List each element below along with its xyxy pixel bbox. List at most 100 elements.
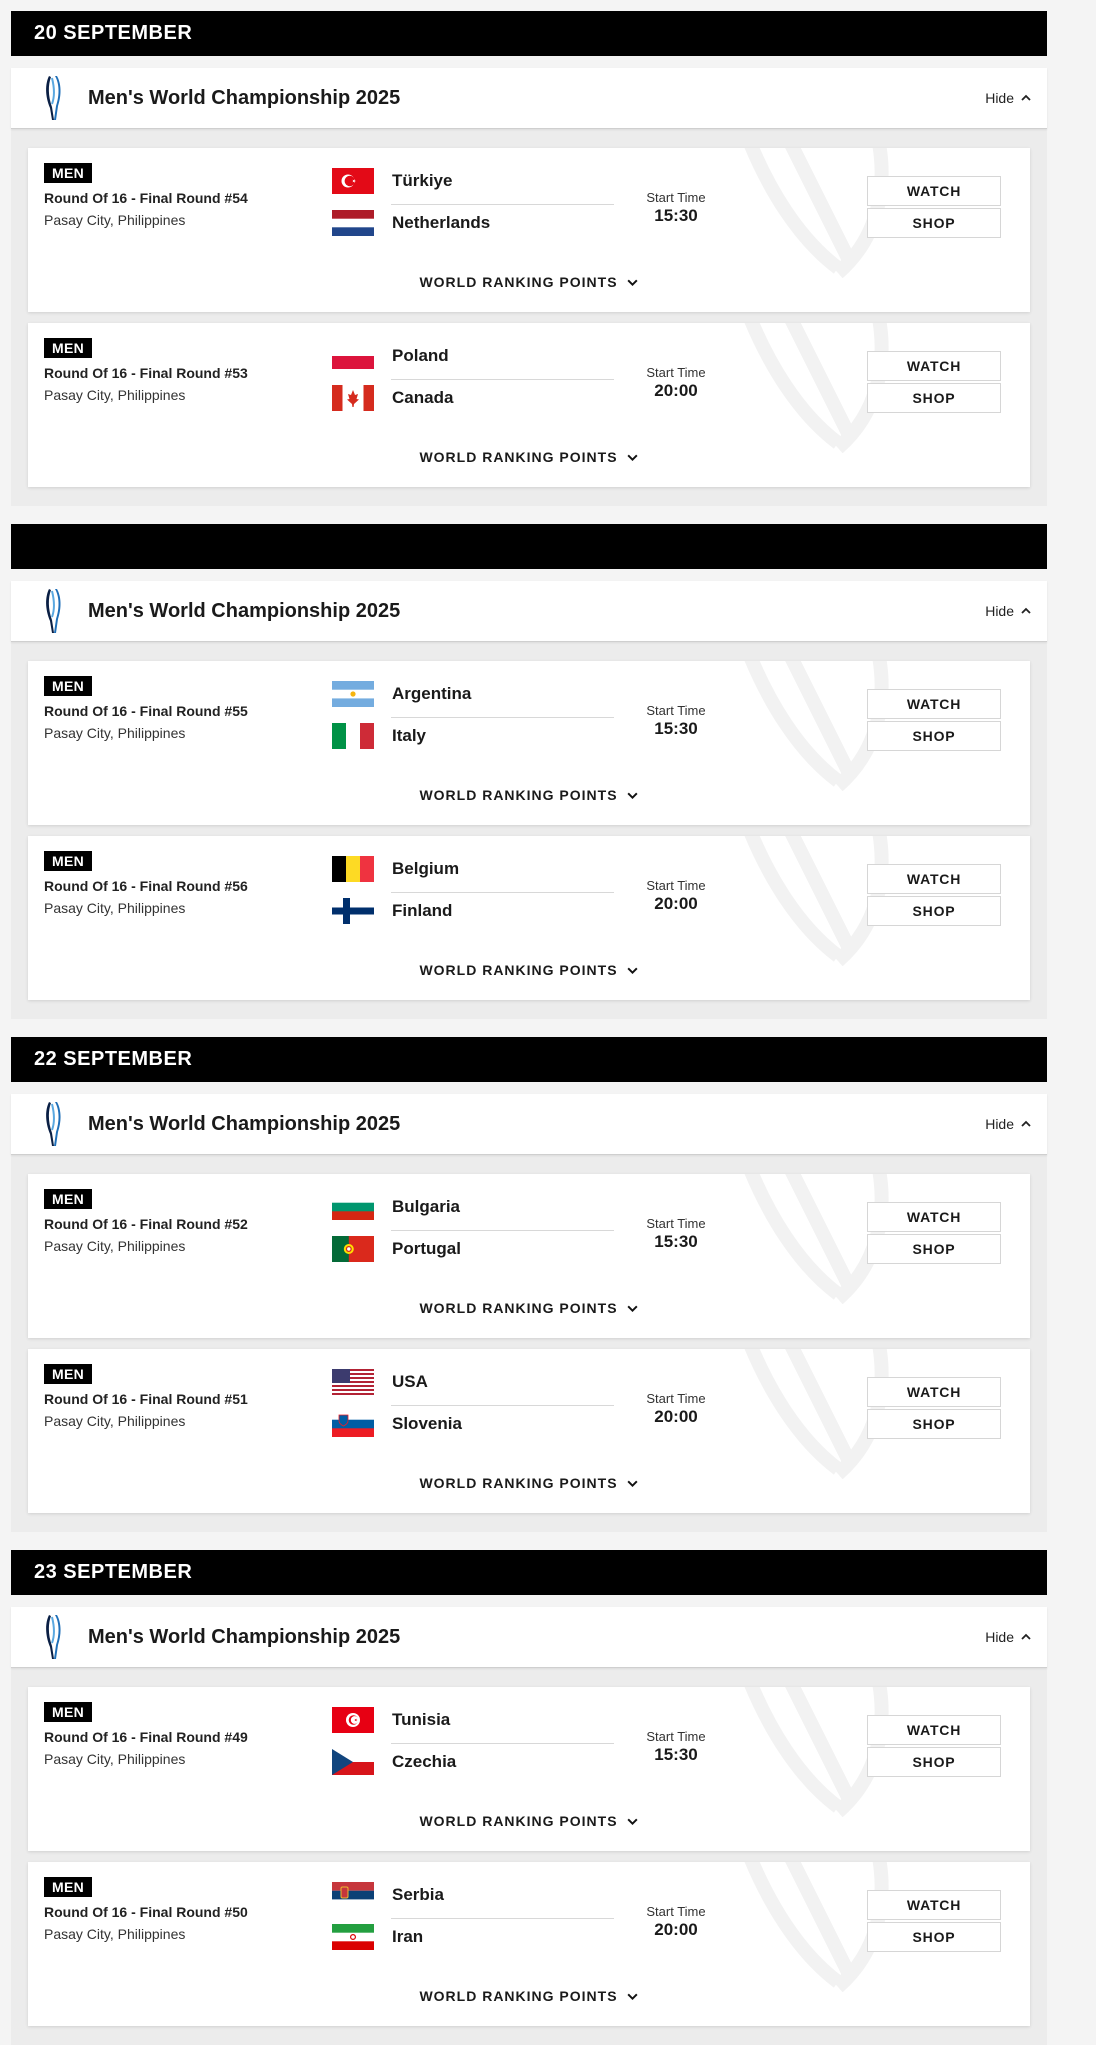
watch-button[interactable]: WATCH (867, 1377, 1001, 1407)
home-team[interactable]: Türkiye (332, 168, 452, 194)
volleyball-federation-logo-icon (46, 1102, 61, 1146)
hide-toggle-button[interactable]: Hide (985, 581, 1032, 641)
home-team[interactable]: Argentina (332, 681, 471, 707)
watch-button[interactable]: WATCH (867, 1202, 1001, 1232)
home-team-name: Türkiye (392, 171, 453, 190)
home-team-name: Poland (392, 346, 449, 365)
world-ranking-points-toggle[interactable]: WORLD RANKING POINTS (28, 274, 1030, 290)
away-team[interactable]: Portugal (332, 1236, 461, 1262)
away-team-name: Czechia (392, 1752, 457, 1771)
world-ranking-points-toggle[interactable]: WORLD RANKING POINTS (28, 1300, 1030, 1316)
world-ranking-points-toggle[interactable]: WORLD RANKING POINTS (28, 449, 1030, 465)
schedule-app: 20 SEPTEMBER Men's World Championship 20… (11, 0, 1047, 2045)
hide-toggle-button[interactable]: Hide (985, 1607, 1032, 1667)
team-divider (391, 892, 614, 893)
away-team[interactable]: Finland (332, 898, 452, 924)
watch-button[interactable]: WATCH (867, 176, 1001, 206)
home-team-name: Belgium (392, 859, 460, 878)
match-card: MEN Round Of 16 - Final Round #55 Pasay … (28, 661, 1030, 825)
hide-label: Hide (985, 1116, 1014, 1132)
away-team-name: Finland (392, 901, 453, 920)
shop-button[interactable]: SHOP (867, 1922, 1001, 1952)
venue-label: Pasay City, Philippines (44, 212, 186, 228)
start-time-label: Start Time (646, 190, 706, 205)
slovenia-flag-icon (332, 1411, 374, 1437)
match-card: MEN Round Of 16 - Final Round #52 Pasay … (28, 1174, 1030, 1338)
hide-toggle-button[interactable]: Hide (985, 1094, 1032, 1154)
world-ranking-points-toggle[interactable]: WORLD RANKING POINTS (28, 962, 1030, 978)
match-card: MEN Round Of 16 - Final Round #49 Pasay … (28, 1687, 1030, 1851)
home-team[interactable]: Tunisia (332, 1707, 450, 1733)
home-team[interactable]: USA (332, 1369, 428, 1395)
chevron-up-icon (1021, 1633, 1031, 1640)
chevron-down-icon (627, 1993, 638, 2000)
home-team[interactable]: Belgium (332, 856, 459, 882)
home-team[interactable]: Poland (332, 343, 449, 369)
start-time-label: Start Time (646, 1216, 706, 1231)
match-card: MEN Round Of 16 - Final Round #54 Pasay … (28, 148, 1030, 312)
shop-button[interactable]: SHOP (867, 1234, 1001, 1264)
finland-flag-icon (332, 898, 374, 924)
away-team[interactable]: Slovenia (332, 1411, 462, 1437)
team-divider (391, 1743, 614, 1744)
shop-button[interactable]: SHOP (867, 896, 1001, 926)
canada-flag-icon (332, 385, 374, 411)
away-team[interactable]: Italy (332, 723, 426, 749)
watch-button[interactable]: WATCH (867, 1890, 1001, 1920)
venue-label: Pasay City, Philippines (44, 387, 186, 403)
competition-title: Men's World Championship 2025 (88, 1112, 401, 1135)
hide-toggle-button[interactable]: Hide (985, 68, 1032, 128)
date-label: 23 SEPTEMBER (34, 1561, 193, 1583)
home-team-name: Serbia (392, 1885, 444, 1904)
chevron-up-icon (1021, 607, 1031, 614)
chevron-up-icon (1021, 1120, 1031, 1127)
start-time-label: Start Time (646, 878, 706, 893)
round-label: Round Of 16 - Final Round #51 (44, 1391, 248, 1407)
world-ranking-points-label: WORLD RANKING POINTS (419, 1475, 618, 1491)
world-ranking-points-label: WORLD RANKING POINTS (419, 274, 618, 290)
date-label: 20 SEPTEMBER (34, 22, 193, 44)
away-team[interactable]: Czechia (332, 1749, 456, 1775)
start-time-value: 15:30 (654, 719, 698, 738)
competition-title: Men's World Championship 2025 (88, 1625, 401, 1648)
watch-button[interactable]: WATCH (867, 1715, 1001, 1745)
start-time-label: Start Time (646, 365, 706, 380)
away-team[interactable]: Netherlands (332, 210, 490, 236)
round-label: Round Of 16 - Final Round #54 (44, 190, 248, 206)
shop-button[interactable]: SHOP (867, 383, 1001, 413)
match-list: MEN Round Of 16 - Final Round #55 Pasay … (11, 641, 1047, 1019)
shop-button[interactable]: SHOP (867, 208, 1001, 238)
away-team[interactable]: Canada (332, 385, 453, 411)
start-time-value: 20:00 (654, 1407, 698, 1426)
round-label: Round Of 16 - Final Round #53 (44, 365, 248, 381)
home-team[interactable]: Bulgaria (332, 1194, 460, 1220)
date-header: 20 SEPTEMBER (11, 11, 1047, 56)
shop-button[interactable]: SHOP (867, 1747, 1001, 1777)
gender-badge: MEN (44, 851, 93, 871)
home-team[interactable]: Serbia (332, 1882, 444, 1908)
watch-button[interactable]: WATCH (867, 689, 1001, 719)
world-ranking-points-toggle[interactable]: WORLD RANKING POINTS (28, 1988, 1030, 2004)
watch-button[interactable]: WATCH (867, 864, 1001, 894)
match-list: MEN Round Of 16 - Final Round #52 Pasay … (11, 1154, 1047, 1532)
shop-button[interactable]: SHOP (867, 1409, 1001, 1439)
world-ranking-points-toggle[interactable]: WORLD RANKING POINTS (28, 1475, 1030, 1491)
away-team-name: Netherlands (392, 213, 491, 232)
chevron-down-icon (627, 1818, 638, 1825)
away-team-name: Iran (392, 1927, 424, 1946)
round-label: Round Of 16 - Final Round #49 (44, 1729, 248, 1745)
gender-badge: MEN (44, 163, 93, 183)
away-team[interactable]: Iran (332, 1924, 423, 1950)
world-ranking-points-toggle[interactable]: WORLD RANKING POINTS (28, 1813, 1030, 1829)
hide-label: Hide (985, 1629, 1014, 1645)
shop-button[interactable]: SHOP (867, 721, 1001, 751)
match-card: MEN Round Of 16 - Final Round #51 Pasay … (28, 1349, 1030, 1513)
chevron-down-icon (627, 1305, 638, 1312)
team-divider (391, 1405, 614, 1406)
watch-button[interactable]: WATCH (867, 351, 1001, 381)
date-header: 23 SEPTEMBER (11, 1550, 1047, 1595)
start-time-label: Start Time (646, 703, 706, 718)
team-divider (391, 1918, 614, 1919)
round-label: Round Of 16 - Final Round #50 (44, 1904, 248, 1920)
world-ranking-points-toggle[interactable]: WORLD RANKING POINTS (28, 787, 1030, 803)
